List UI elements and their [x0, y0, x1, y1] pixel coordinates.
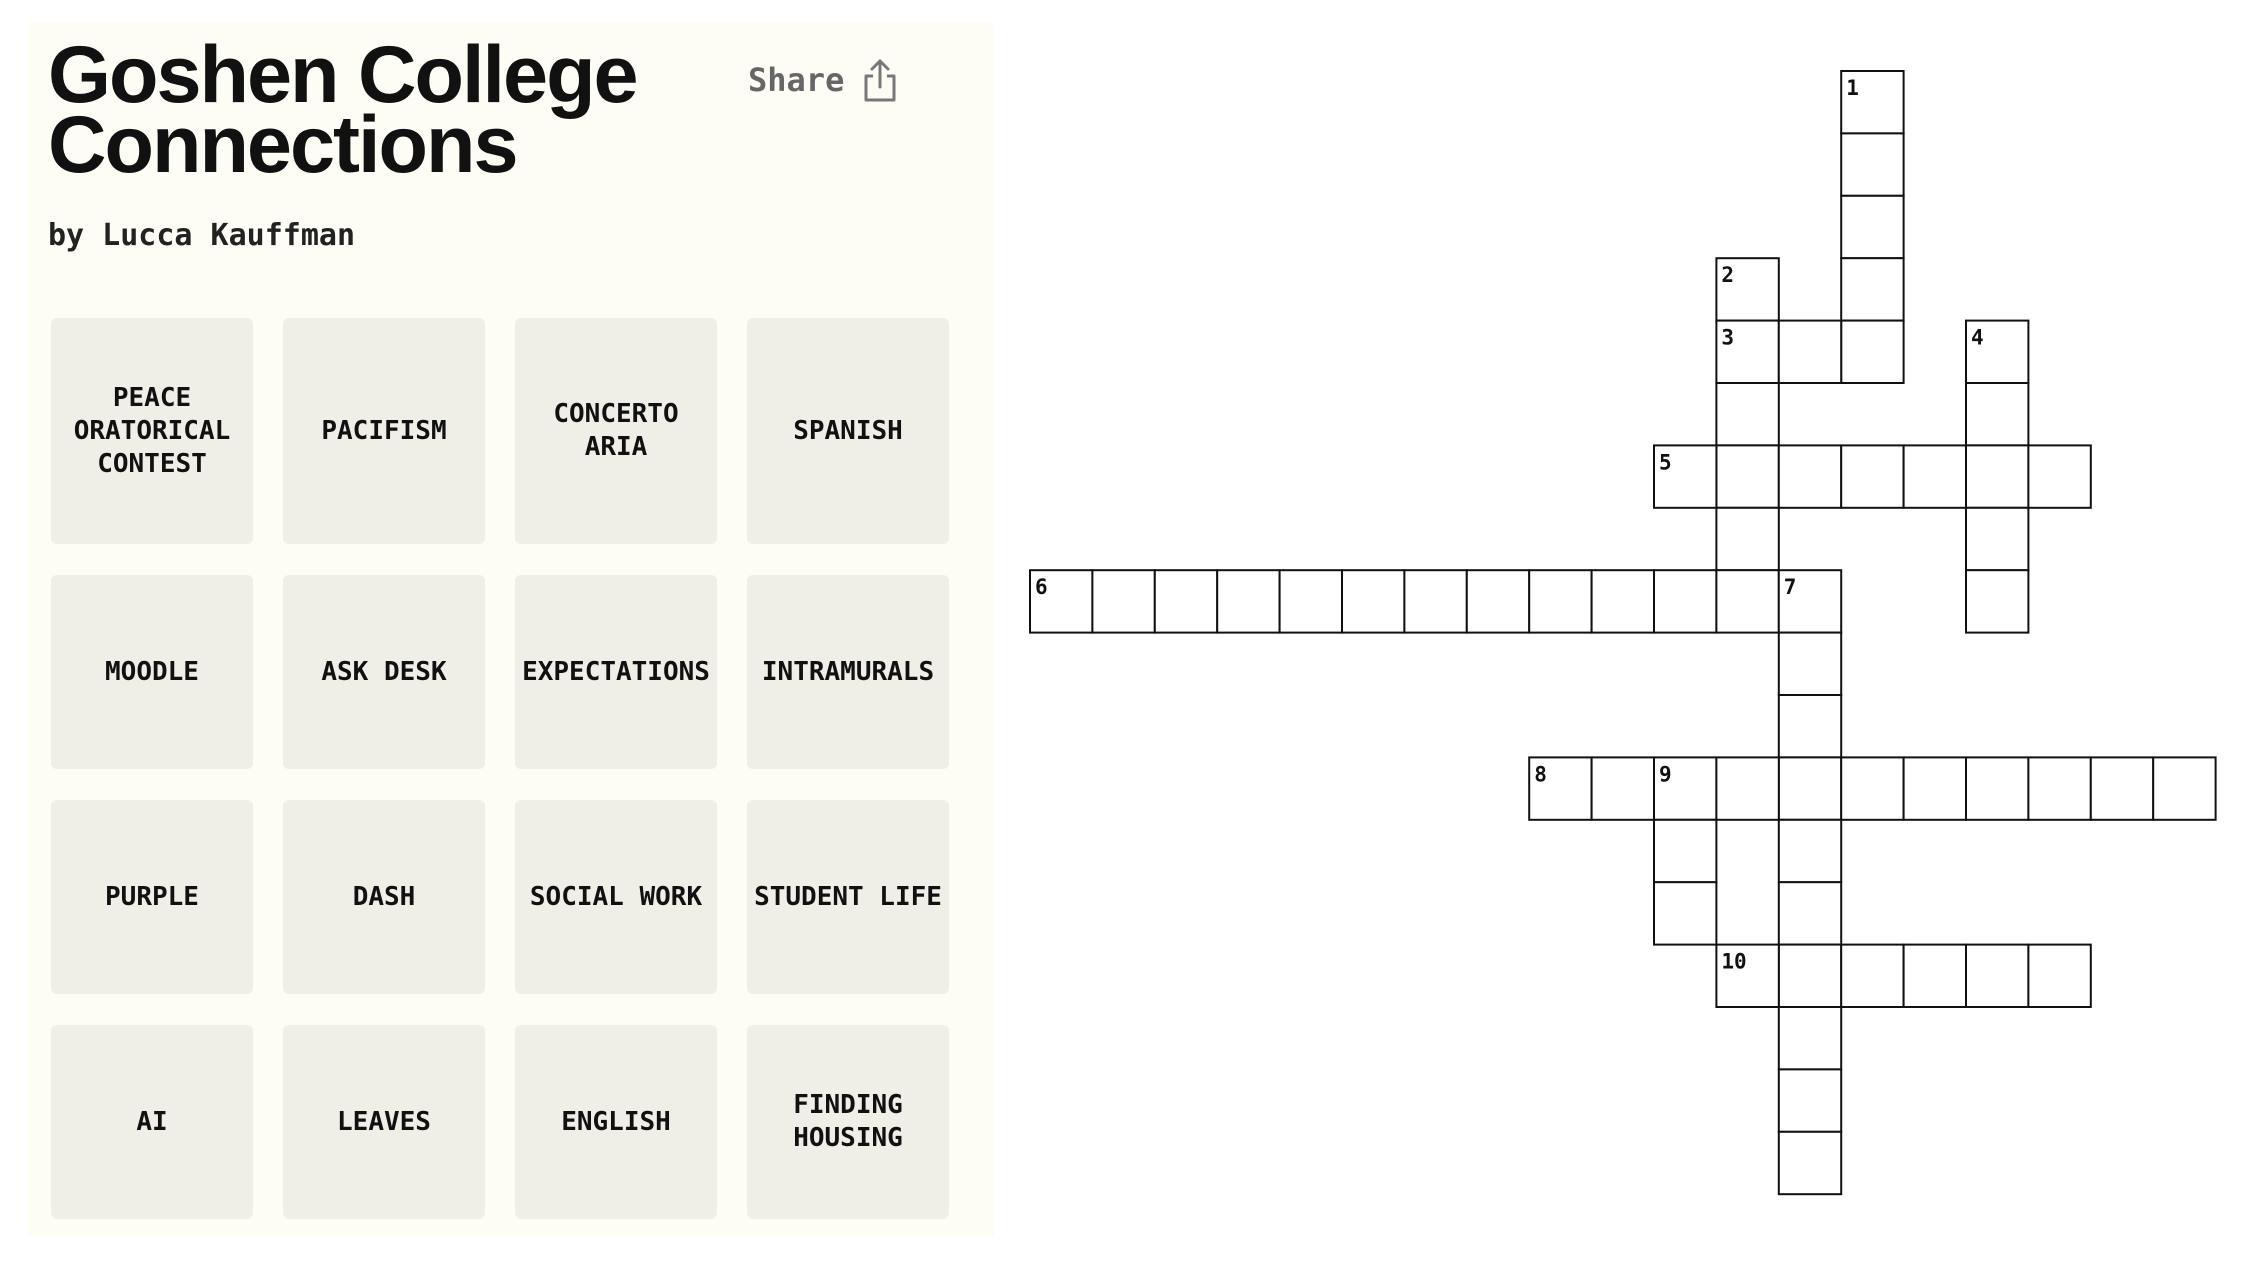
clue-number: 5 [1659, 450, 1672, 474]
crossword-cell[interactable] [1965, 382, 2030, 447]
clue-number: 10 [1721, 950, 1746, 974]
crossword-cell[interactable] [1840, 444, 1905, 509]
crossword-svg: 1 2 3 4 5 6 7 8 9 10 [1029, 70, 2217, 1196]
crossword-cell[interactable] [1965, 756, 2030, 821]
crossword-cell[interactable] [2027, 943, 2092, 1008]
crossword-cell[interactable] [1715, 569, 1780, 634]
crossword-cell[interactable] [1153, 569, 1219, 634]
crossword-grid: 1 2 3 4 5 6 7 8 9 10 [0, 0, 2253, 1267]
clue-number: 7 [1784, 575, 1797, 599]
crossword-cell[interactable] [1777, 631, 1843, 696]
crossword-cell[interactable] [1216, 569, 1281, 634]
crossword-cell[interactable] [2152, 756, 2217, 821]
crossword-cell[interactable] [2027, 444, 2092, 509]
crossword-cell[interactable] [1590, 569, 1655, 634]
clue-number: 1 [1846, 76, 1859, 100]
crossword-cell[interactable] [1965, 506, 2030, 572]
crossword-cell[interactable] [1902, 756, 1967, 821]
clue-number: 3 [1721, 326, 1734, 350]
crossword-cell[interactable] [1777, 1068, 1843, 1133]
crossword-cell[interactable] [1965, 569, 2030, 634]
clue-number: 6 [1035, 575, 1048, 599]
crossword-cell[interactable] [1777, 818, 1843, 884]
crossword-cell[interactable] [1341, 569, 1406, 634]
crossword-cell[interactable] [1902, 943, 1967, 1008]
crossword-cell[interactable] [1777, 943, 1843, 1008]
crossword-cell[interactable] [1840, 756, 1905, 821]
crossword-cell[interactable] [1840, 194, 1905, 260]
crossword-cell[interactable] [1715, 382, 1780, 447]
crossword-cell[interactable] [1715, 444, 1780, 509]
crossword-cell[interactable] [1840, 132, 1905, 197]
crossword-cell[interactable] [1777, 1006, 1843, 1071]
crossword-cell[interactable] [2089, 756, 2155, 821]
crossword-cell[interactable] [1653, 881, 1718, 946]
crossword-cell[interactable] [2027, 756, 2092, 821]
crossword-cell[interactable] [1840, 257, 1905, 322]
crossword-cell[interactable] [1902, 444, 1967, 509]
clue-number: 4 [1971, 326, 1984, 350]
crossword-cell[interactable] [1777, 694, 1843, 759]
crossword-cell[interactable] [1403, 569, 1468, 634]
crossword-cell[interactable] [1840, 319, 1905, 385]
clue-number: 8 [1534, 762, 1547, 786]
crossword-cell[interactable] [1777, 444, 1843, 509]
crossword-cell[interactable] [1091, 569, 1156, 634]
crossword-cell[interactable] [1465, 569, 1531, 634]
crossword-cell[interactable] [1715, 506, 1780, 572]
crossword-cell[interactable] [1965, 444, 2030, 509]
crossword-cell[interactable] [1590, 756, 1655, 821]
crossword-cell[interactable] [1840, 943, 1905, 1008]
crossword-cell[interactable] [1715, 756, 1780, 821]
crossword-cell[interactable] [1278, 569, 1343, 634]
clue-number: 2 [1721, 263, 1734, 287]
crossword-cell[interactable] [1777, 319, 1843, 385]
clue-number: 9 [1659, 762, 1672, 786]
crossword-cell[interactable] [1965, 943, 2030, 1008]
crossword-cell[interactable] [1777, 881, 1843, 946]
crossword-cell[interactable] [1777, 756, 1843, 821]
crossword-cell[interactable] [1777, 1130, 1843, 1196]
crossword-cell[interactable] [1653, 818, 1718, 884]
crossword-cell[interactable] [1528, 569, 1593, 634]
crossword-cell[interactable] [1653, 569, 1718, 634]
